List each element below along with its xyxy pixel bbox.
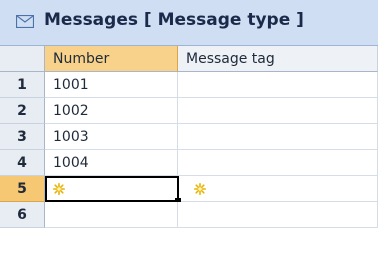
number-cell[interactable]: 1001: [45, 72, 178, 98]
table-row: 2 1002: [0, 98, 378, 124]
message-tag-cell-new[interactable]: [178, 176, 378, 202]
table-row: 3 1003: [0, 124, 378, 150]
row-header-active[interactable]: 5: [0, 176, 45, 202]
number-cell[interactable]: [45, 202, 178, 228]
row-header[interactable]: 3: [0, 124, 45, 150]
column-header-message-tag[interactable]: Message tag: [178, 46, 378, 72]
messages-panel: Messages [ Message type ] Number Message…: [0, 0, 378, 262]
mail-icon: [16, 15, 34, 28]
number-cell[interactable]: 1003: [45, 124, 178, 150]
message-tag-cell[interactable]: [178, 124, 378, 150]
table-row: 6: [0, 202, 378, 228]
panel-header: Messages [ Message type ]: [0, 0, 378, 46]
column-header-row: Number Message tag: [0, 46, 378, 72]
row-header[interactable]: 6: [0, 202, 45, 228]
column-header-number[interactable]: Number: [45, 46, 178, 72]
row-header[interactable]: 4: [0, 150, 45, 176]
table-row-active: 5: [0, 176, 378, 204]
new-value-star-icon: [194, 183, 206, 195]
message-tag-cell[interactable]: [178, 202, 378, 228]
cell-cursor: [45, 176, 179, 202]
panel-title: Messages [ Message type ]: [44, 10, 304, 30]
number-cell[interactable]: 1002: [45, 98, 178, 124]
message-tag-cell[interactable]: [178, 98, 378, 124]
table-row: 1 1001: [0, 72, 378, 98]
grid-corner[interactable]: [0, 46, 45, 72]
row-header[interactable]: 2: [0, 98, 45, 124]
table-row: 4 1004: [0, 150, 378, 176]
number-cell[interactable]: 1004: [45, 150, 178, 176]
message-tag-cell[interactable]: [178, 72, 378, 98]
message-tag-cell[interactable]: [178, 150, 378, 176]
row-header[interactable]: 1: [0, 72, 45, 98]
